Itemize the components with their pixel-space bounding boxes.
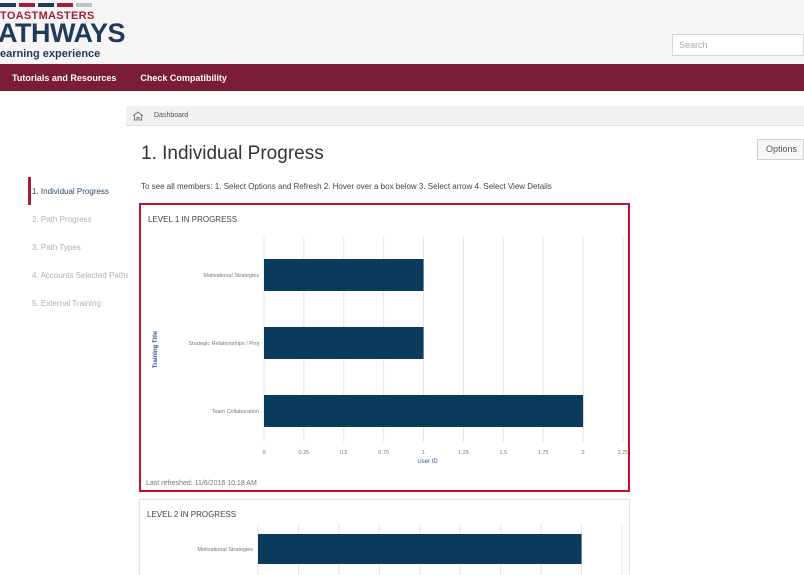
x-tick-label: 2 <box>582 450 585 456</box>
x-tick-label: 2.25 <box>618 450 628 456</box>
x-tick-label: 0.75 <box>378 450 389 456</box>
options-button[interactable]: Options <box>757 139 804 160</box>
category-label: Team Collaboration <box>212 409 259 415</box>
instructions-text: To see all members: 1. Select Options an… <box>141 182 552 191</box>
category-label: Motivational Strategies <box>203 273 259 279</box>
category-label: Strategic Relationships / Proj <box>188 341 259 347</box>
sidebar-item-external-training[interactable]: 5. External Training <box>28 289 128 317</box>
sidebar-item-individual-progress[interactable]: 1. Individual Progress <box>28 177 128 205</box>
chart-bar <box>258 534 582 564</box>
logo-title[interactable]: ATHWAYS <box>0 18 126 48</box>
chart-bar <box>264 327 424 359</box>
x-tick-label: 0.25 <box>299 450 310 456</box>
x-tick-label: 1 <box>422 450 425 456</box>
home-icon[interactable] <box>132 110 144 121</box>
x-tick-label: 0.5 <box>340 450 348 456</box>
nav-item-tutorials[interactable]: Tutorials and Resources <box>0 73 128 83</box>
y-axis-label: Training Title <box>153 330 159 368</box>
main-nav: Tutorials and Resources Check Compatibil… <box>0 64 804 91</box>
last-refreshed: Last refreshed: 11/6/2016 10:18 AM <box>146 480 257 487</box>
sidebar-nav: 1. Individual Progress 2. Path Progress … <box>28 177 128 317</box>
app-window: TOASTMASTERS ATHWAYS earning experience … <box>0 0 804 575</box>
x-tick-label: 1.25 <box>458 450 469 456</box>
nav-item-check-compatibility[interactable]: Check Compatibility <box>128 73 239 83</box>
logo-stripe <box>0 3 16 7</box>
chart-bar <box>264 259 424 291</box>
search-input[interactable]: Search <box>672 34 804 56</box>
x-tick-label: 1.75 <box>538 450 549 456</box>
sidebar-item-path-types[interactable]: 3. Path Types <box>28 233 128 261</box>
x-axis-label: User ID <box>417 459 438 465</box>
logo-stripes <box>0 3 92 7</box>
logo-stripe <box>57 3 73 7</box>
logo-stripe <box>76 3 92 7</box>
x-tick-label: 1.5 <box>500 450 508 456</box>
page-title: 1. Individual Progress <box>141 143 324 164</box>
level-1-chart: Motivational Strategies Strategic Relatio… <box>153 237 628 465</box>
breadcrumb: Dashboard <box>126 106 804 126</box>
level-2-card[interactable]: LEVEL 2 IN PROGRESS Motivational Strateg… <box>139 499 630 575</box>
logo-stripe <box>19 3 35 7</box>
card-title: LEVEL 1 IN PROGRESS <box>148 215 238 224</box>
sidebar-item-selected-paths[interactable]: 4. Accounts Selected Paths <box>28 261 128 289</box>
logo-stripe <box>38 3 54 7</box>
site-header: TOASTMASTERS ATHWAYS earning experience … <box>0 0 804 64</box>
card-title: LEVEL 2 IN PROGRESS <box>147 510 237 519</box>
level-2-chart: Motivational Strategies <box>197 524 623 575</box>
category-label: Motivational Strategies <box>197 547 253 553</box>
chart-bar <box>264 395 584 427</box>
logo-tagline: earning experience <box>0 48 101 60</box>
level-1-card[interactable]: LEVEL 1 IN PROGRESS Motivational Strateg… <box>139 203 630 492</box>
x-tick-label: 0 <box>262 450 265 456</box>
breadcrumb-current[interactable]: Dashboard <box>154 112 188 119</box>
sidebar-item-path-progress[interactable]: 2. Path Progress <box>28 205 128 233</box>
